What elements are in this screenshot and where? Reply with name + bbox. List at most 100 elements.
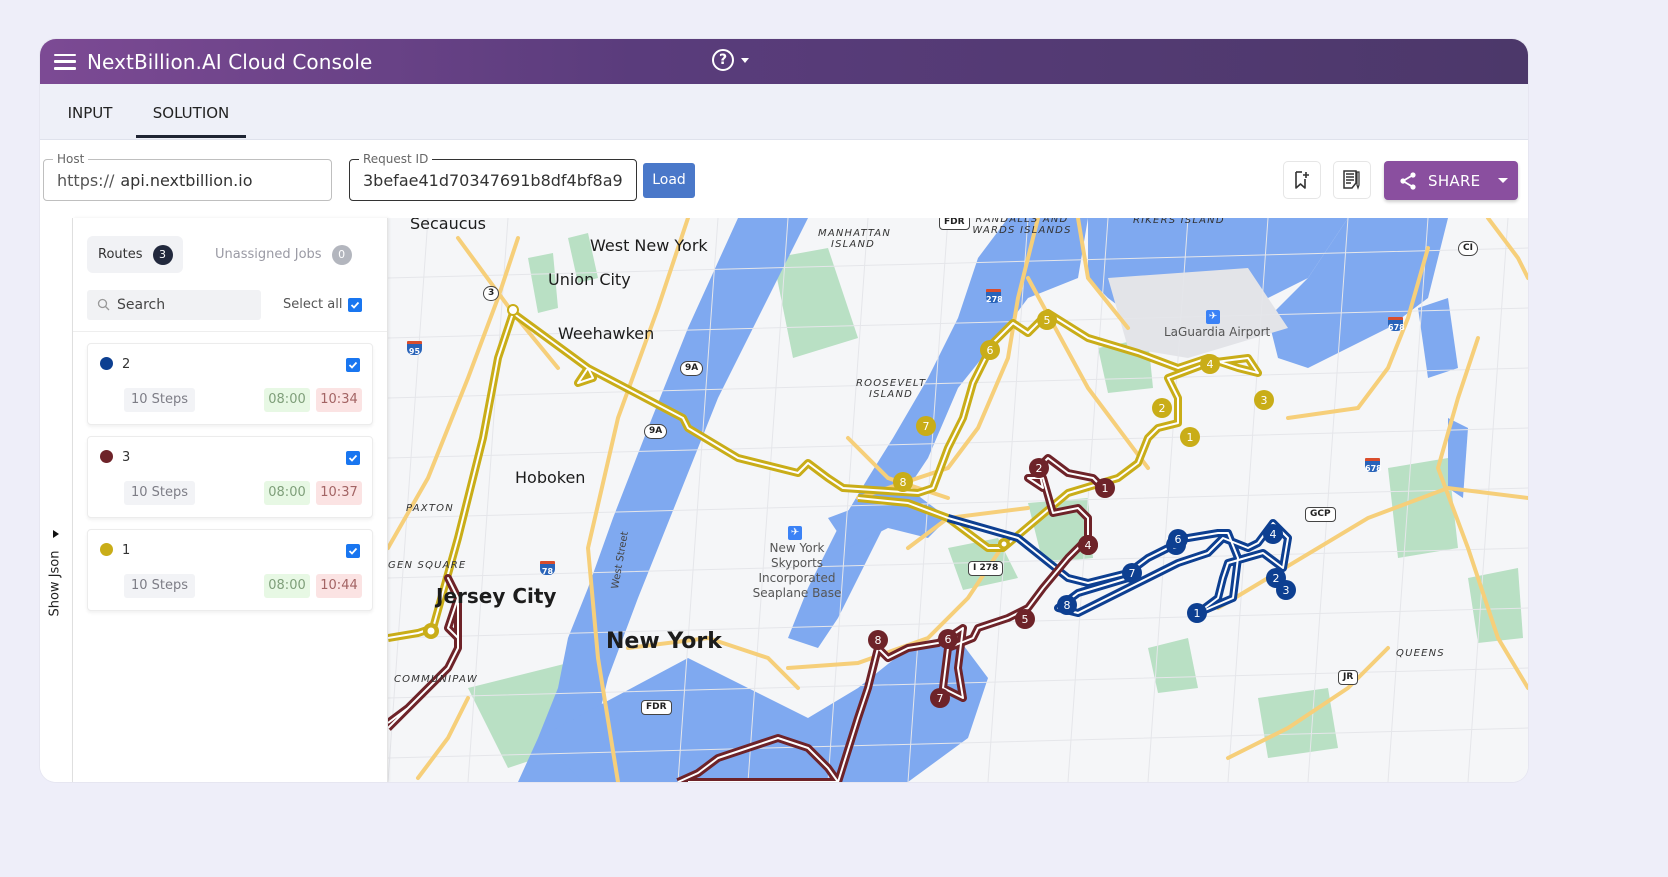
- route-2-stop-6[interactable]: 6: [1168, 529, 1188, 549]
- stop-number: 5: [1022, 613, 1029, 626]
- app-title: NextBillion.AI Cloud Console: [87, 49, 373, 74]
- tab-solution[interactable]: SOLUTION: [136, 84, 246, 140]
- notes-button[interactable]: [1333, 161, 1371, 199]
- tab-input[interactable]: INPUT: [54, 84, 126, 140]
- route-1-stop-3[interactable]: 3: [1254, 390, 1274, 410]
- stop-number: 8: [1064, 599, 1071, 612]
- seaplane-base-icon[interactable]: ✈: [788, 526, 802, 540]
- stop-number: 1: [1187, 431, 1194, 444]
- road-shield-9a-south: 9A: [644, 424, 668, 439]
- depot-marker[interactable]: [507, 304, 519, 316]
- road-shield-fdr-south: FDR: [641, 700, 672, 715]
- route-2-stop-4[interactable]: 4: [1263, 524, 1283, 544]
- stop-number: 6: [1175, 533, 1182, 546]
- stop-number: 2: [1159, 402, 1166, 415]
- host-label: Host: [53, 152, 89, 166]
- route-search-input[interactable]: Search: [87, 290, 261, 320]
- share-label: SHARE: [1428, 171, 1481, 190]
- route-card-1[interactable]: 1 10 Steps 08:00 10:44: [87, 529, 373, 611]
- stop-number: 7: [923, 420, 930, 433]
- route-1-stop-8[interactable]: 8: [893, 472, 913, 492]
- route-1-stop-6[interactable]: 6: [980, 340, 1000, 360]
- route-3-stop-8[interactable]: 8: [868, 630, 888, 650]
- stop-number: 1: [1102, 482, 1109, 495]
- show-json-toggle[interactable]: Show Json: [45, 526, 67, 626]
- tab-bar: INPUT SOLUTION: [40, 84, 1528, 140]
- route-3-stop-4[interactable]: 4: [1078, 535, 1098, 555]
- select-all-checkbox[interactable]: [348, 298, 362, 312]
- route-2-stop-7[interactable]: 7: [1122, 563, 1142, 583]
- route-checkbox[interactable]: [346, 451, 360, 465]
- route-1-stop-2[interactable]: 2: [1152, 398, 1172, 418]
- road-shield-i278: 278: [986, 289, 1003, 304]
- unassigned-jobs-tab[interactable]: Unassigned Jobs 0: [203, 236, 352, 273]
- show-json-label: Show Json: [47, 550, 63, 617]
- road-shield-ci: CI: [1458, 241, 1478, 256]
- route-2-stop-1[interactable]: 1: [1187, 603, 1207, 623]
- map-label-paxton: PAXTON: [406, 503, 454, 514]
- route-1-stop-1[interactable]: 1: [1180, 427, 1200, 447]
- stop-number: 4: [1270, 528, 1277, 541]
- route-color-dot: [100, 543, 113, 556]
- request-id-field[interactable]: Request ID 3befae41d70347691b8df4bf8a9: [349, 152, 637, 201]
- road-shield-i95: 95: [407, 341, 422, 356]
- share-dropdown-icon[interactable]: [1498, 178, 1509, 183]
- route-start-time: 08:00: [264, 574, 310, 598]
- host-prefix: https://: [57, 171, 115, 190]
- route-card-2[interactable]: 2 10 Steps 08:00 10:34: [87, 343, 373, 425]
- route-3-stop-2[interactable]: 2: [1029, 458, 1049, 478]
- road-shield-jr: JR: [1338, 670, 1359, 685]
- road-shield-i678-south: 678: [1365, 458, 1382, 473]
- route-2-stop-3[interactable]: 3: [1276, 580, 1296, 600]
- request-id-value[interactable]: 3befae41d70347691b8df4bf8a9: [363, 171, 623, 190]
- unassigned-jobs-label: Unassigned Jobs: [215, 247, 322, 262]
- map-label-skyports-seaplane-base[interactable]: New York Skyports Incorporated Seaplane …: [742, 541, 852, 601]
- route-card-3[interactable]: 3 10 Steps 08:00 10:37: [87, 436, 373, 518]
- host-field[interactable]: Host https:// api.nextbillion.io: [43, 152, 332, 201]
- bookmark-add-button[interactable]: [1283, 161, 1321, 199]
- route-1-stop-4[interactable]: 4: [1200, 354, 1220, 374]
- route-name: 2: [122, 357, 131, 372]
- help-menu-button[interactable]: ?: [712, 49, 749, 71]
- route-checkbox[interactable]: [346, 544, 360, 558]
- top-bar: NextBillion.AI Cloud Console ?: [40, 39, 1528, 84]
- route-color-dot: [100, 450, 113, 463]
- map-label-union-city: Union City: [548, 270, 631, 289]
- caret-right-icon: [53, 530, 59, 538]
- load-button[interactable]: Load: [643, 163, 695, 198]
- map-label-communipaw: COMMUNIPAW: [394, 674, 478, 685]
- help-circle-icon: ?: [712, 49, 734, 71]
- depot-marker-center: [427, 627, 435, 635]
- stop-number: 3: [1283, 584, 1290, 597]
- routes-tab[interactable]: Routes 3: [87, 236, 183, 273]
- request-toolbar: Host https:// api.nextbillion.io Request …: [40, 140, 1528, 218]
- route-start-time: 08:00: [264, 388, 310, 412]
- airport-icon[interactable]: ✈: [1206, 310, 1220, 324]
- map-label-laguardia-airport[interactable]: LaGuardia Airport: [1164, 325, 1270, 340]
- map-canvas[interactable]: 123456781234567812345678: [388, 218, 1528, 782]
- route-1-stop-7[interactable]: 7: [916, 416, 936, 436]
- route-3-stop-1[interactable]: 1: [1095, 478, 1115, 498]
- routes-panel: Routes 3 Unassigned Jobs 0 Search Select…: [73, 218, 388, 782]
- stop-number: 7: [1129, 567, 1136, 580]
- road-shield-gcp: GCP: [1305, 507, 1336, 522]
- route-map[interactable]: 123456781234567812345678 Secaucus West N…: [388, 218, 1528, 782]
- notes-edit-icon: [1343, 170, 1360, 190]
- route-checkbox[interactable]: [346, 358, 360, 372]
- share-icon: [1400, 171, 1416, 190]
- route-2-stop-8[interactable]: 8: [1057, 595, 1077, 615]
- route-3-stop-6[interactable]: 6: [938, 629, 958, 649]
- stop-number: 1: [1194, 607, 1201, 620]
- map-label-new-york: New York: [606, 629, 722, 654]
- hamburger-menu-icon[interactable]: [54, 53, 76, 70]
- route-1-stop-5[interactable]: 5: [1037, 310, 1057, 330]
- show-json-strip: Show Json: [40, 218, 73, 782]
- stop-number: 4: [1207, 358, 1214, 371]
- road-shield-i278-label: I 278: [968, 561, 1004, 576]
- route-3-stop-5[interactable]: 5: [1015, 609, 1035, 629]
- host-value[interactable]: api.nextbillion.io: [120, 171, 252, 190]
- share-button[interactable]: SHARE: [1384, 161, 1518, 200]
- stop-number: 8: [875, 634, 882, 647]
- route-3-stop-7[interactable]: 7: [930, 688, 950, 708]
- road-shield-3: 3: [483, 286, 500, 301]
